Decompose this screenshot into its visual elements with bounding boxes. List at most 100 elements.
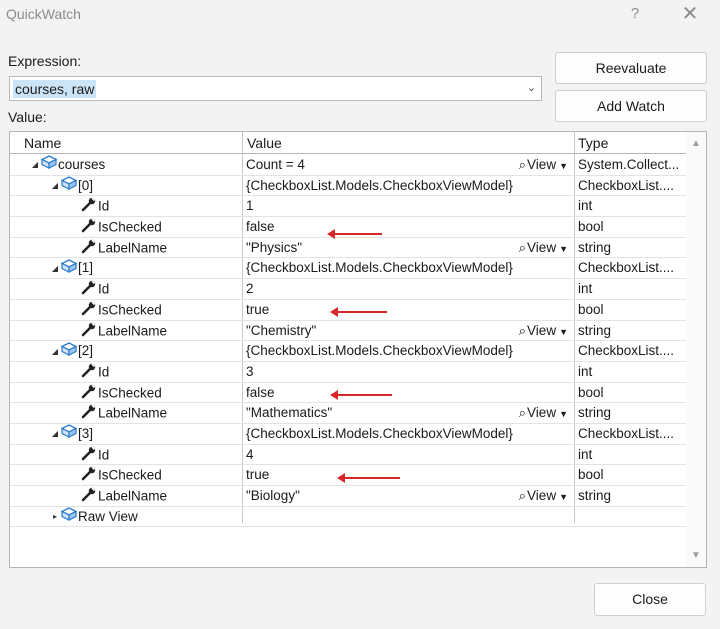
table-row[interactable]: ◢ [0] {CheckboxList.Models.CheckboxViewMod… xyxy=(10,176,686,197)
reevaluate-button[interactable]: Reevaluate xyxy=(555,52,707,84)
column-header-value[interactable]: Value xyxy=(247,135,282,151)
expand-toggle-icon[interactable]: ◢ xyxy=(50,259,60,279)
visualizer-view-button[interactable]: ⌕View ▼ xyxy=(519,155,568,175)
column-header-type[interactable]: Type xyxy=(578,135,608,151)
annotation-arrow xyxy=(337,473,400,483)
visualizer-view-button[interactable]: ⌕View ▼ xyxy=(519,238,568,258)
scroll-down-icon[interactable]: ▼ xyxy=(686,550,706,561)
item-name: IsChecked xyxy=(98,467,162,483)
chevron-down-icon: ▼ xyxy=(559,326,568,337)
type-cell: bool xyxy=(578,467,604,483)
item-name: IsChecked xyxy=(98,385,162,401)
expand-toggle-icon[interactable]: ◢ xyxy=(30,155,40,175)
column-header-name[interactable]: Name xyxy=(24,135,61,151)
property-wrench-icon xyxy=(80,238,98,260)
name-cell: Id xyxy=(10,445,242,467)
table-row[interactable]: IsChecked true bool xyxy=(10,465,686,486)
type-cell: int xyxy=(578,363,593,379)
close-window-button[interactable]: ✕ xyxy=(677,3,703,25)
search-icon: ⌕ xyxy=(518,239,527,255)
table-row[interactable]: ◢ courses Count = 4 ⌕View ▼ System.Collect... xyxy=(10,155,686,176)
object-icon xyxy=(60,424,78,444)
vertical-scrollbar[interactable]: ▲ ▼ xyxy=(686,132,706,567)
table-row[interactable]: Id 2 int xyxy=(10,279,686,300)
value-cell[interactable]: Count = 4 ⌕View ▼ xyxy=(246,155,572,175)
table-row[interactable]: ◢ [3] {CheckboxList.Models.CheckboxViewMod… xyxy=(10,424,686,445)
property-wrench-icon xyxy=(80,383,98,405)
visualizer-view-button[interactable]: ⌕View ▼ xyxy=(519,321,568,341)
value-cell[interactable]: 3 xyxy=(246,362,572,382)
item-value: {CheckboxList.Models.CheckboxViewModel} xyxy=(246,343,513,359)
name-cell: ◢ [1] xyxy=(10,258,242,278)
table-row[interactable]: Id 1 int xyxy=(10,196,686,218)
table-row[interactable]: Id 3 int xyxy=(10,362,686,383)
value-cell[interactable]: {CheckboxList.Models.CheckboxViewModel} xyxy=(246,341,572,361)
item-value: "Physics" xyxy=(246,239,303,255)
visualizer-view-button[interactable]: ⌕View ▼ xyxy=(519,486,568,506)
expand-toggle-icon[interactable]: ◢ xyxy=(50,424,60,444)
chevron-down-icon: ▼ xyxy=(559,161,568,171)
name-cell: ◢ courses xyxy=(10,155,242,175)
chevron-down-icon[interactable]: ⌄ xyxy=(527,81,536,94)
value-cell[interactable]: "Biology" ⌕View ▼ xyxy=(246,486,572,506)
expand-toggle-icon[interactable]: ▸ xyxy=(50,507,60,527)
item-value: {CheckboxList.Models.CheckboxViewModel} xyxy=(246,177,513,193)
item-name: Raw View xyxy=(78,508,138,524)
expand-toggle-icon[interactable]: ◢ xyxy=(50,176,60,196)
scroll-up-icon[interactable]: ▲ xyxy=(686,138,706,149)
value-label: Value: xyxy=(8,109,47,125)
table-row[interactable]: Id 4 int xyxy=(10,445,686,466)
item-name: Id xyxy=(98,447,110,463)
value-cell[interactable]: {CheckboxList.Models.CheckboxViewModel} xyxy=(246,258,572,278)
expand-toggle-icon[interactable]: ◢ xyxy=(50,342,60,362)
item-name: LabelName xyxy=(98,488,168,504)
property-wrench-icon xyxy=(80,321,98,343)
type-cell: CheckboxList.... xyxy=(578,343,675,359)
table-row[interactable]: LabelName "Mathematics" ⌕View ▼ string xyxy=(10,403,686,424)
table-row[interactable]: ▸ Raw View xyxy=(10,507,686,528)
property-wrench-icon xyxy=(80,217,98,239)
value-cell[interactable]: 2 xyxy=(246,279,572,299)
value-cell[interactable]: "Mathematics" ⌕View ▼ xyxy=(246,403,572,423)
value-cell[interactable]: false xyxy=(246,383,572,403)
table-row[interactable]: ◢ [1] {CheckboxList.Models.CheckboxViewMod… xyxy=(10,258,686,280)
property-wrench-icon xyxy=(80,300,98,322)
chevron-down-icon: ▼ xyxy=(559,409,568,420)
value-cell[interactable]: true xyxy=(246,300,572,320)
value-cell[interactable]: {CheckboxList.Models.CheckboxViewModel} xyxy=(246,424,572,444)
watch-grid[interactable]: Name Value Type ◢ courses Count = 4 ⌕View ▼ S… xyxy=(9,131,707,568)
value-cell[interactable]: 4 xyxy=(246,445,572,465)
name-cell: ◢ [3] xyxy=(10,424,242,444)
value-cell[interactable]: "Physics" ⌕View ▼ xyxy=(246,238,572,258)
item-name: LabelName xyxy=(98,323,168,339)
value-cell[interactable]: 1 xyxy=(246,196,572,216)
table-row[interactable]: LabelName "Chemistry" ⌕View ▼ string xyxy=(10,321,686,342)
table-row[interactable]: LabelName "Biology" ⌕View ▼ string xyxy=(10,486,686,507)
property-wrench-icon xyxy=(80,486,98,508)
name-cell: LabelName xyxy=(10,403,242,425)
type-cell: int xyxy=(578,198,593,214)
visualizer-view-button[interactable]: ⌕View ▼ xyxy=(519,403,568,423)
add-watch-button[interactable]: Add Watch xyxy=(555,90,707,122)
close-button[interactable]: Close xyxy=(594,583,706,616)
help-button[interactable]: ? xyxy=(622,3,648,25)
table-row[interactable]: ◢ [2] {CheckboxList.Models.CheckboxViewMod… xyxy=(10,341,686,362)
name-cell: ▸ Raw View xyxy=(10,507,242,527)
expression-combobox[interactable]: courses, raw ⌄ xyxy=(9,76,542,101)
item-name: LabelName xyxy=(98,405,168,421)
type-cell: string xyxy=(578,488,612,503)
value-cell[interactable]: "Chemistry" ⌕View ▼ xyxy=(246,321,572,341)
value-cell[interactable]: true xyxy=(246,465,572,485)
value-cell[interactable]: {CheckboxList.Models.CheckboxViewModel} xyxy=(246,176,572,196)
table-row[interactable]: LabelName "Physics" ⌕View ▼ string xyxy=(10,238,686,259)
table-row[interactable]: IsChecked false bool xyxy=(10,383,686,404)
item-value: 4 xyxy=(246,446,254,462)
grid-rows: ◢ courses Count = 4 ⌕View ▼ System.Collect...… xyxy=(10,155,686,528)
item-value: 3 xyxy=(246,363,254,379)
chevron-down-icon: ▼ xyxy=(559,492,568,502)
type-cell: System.Collect... xyxy=(578,157,680,172)
value-cell[interactable]: false xyxy=(246,217,572,237)
annotation-arrow xyxy=(330,307,387,317)
expression-input[interactable]: courses, raw xyxy=(13,80,97,98)
object-icon xyxy=(60,176,78,196)
